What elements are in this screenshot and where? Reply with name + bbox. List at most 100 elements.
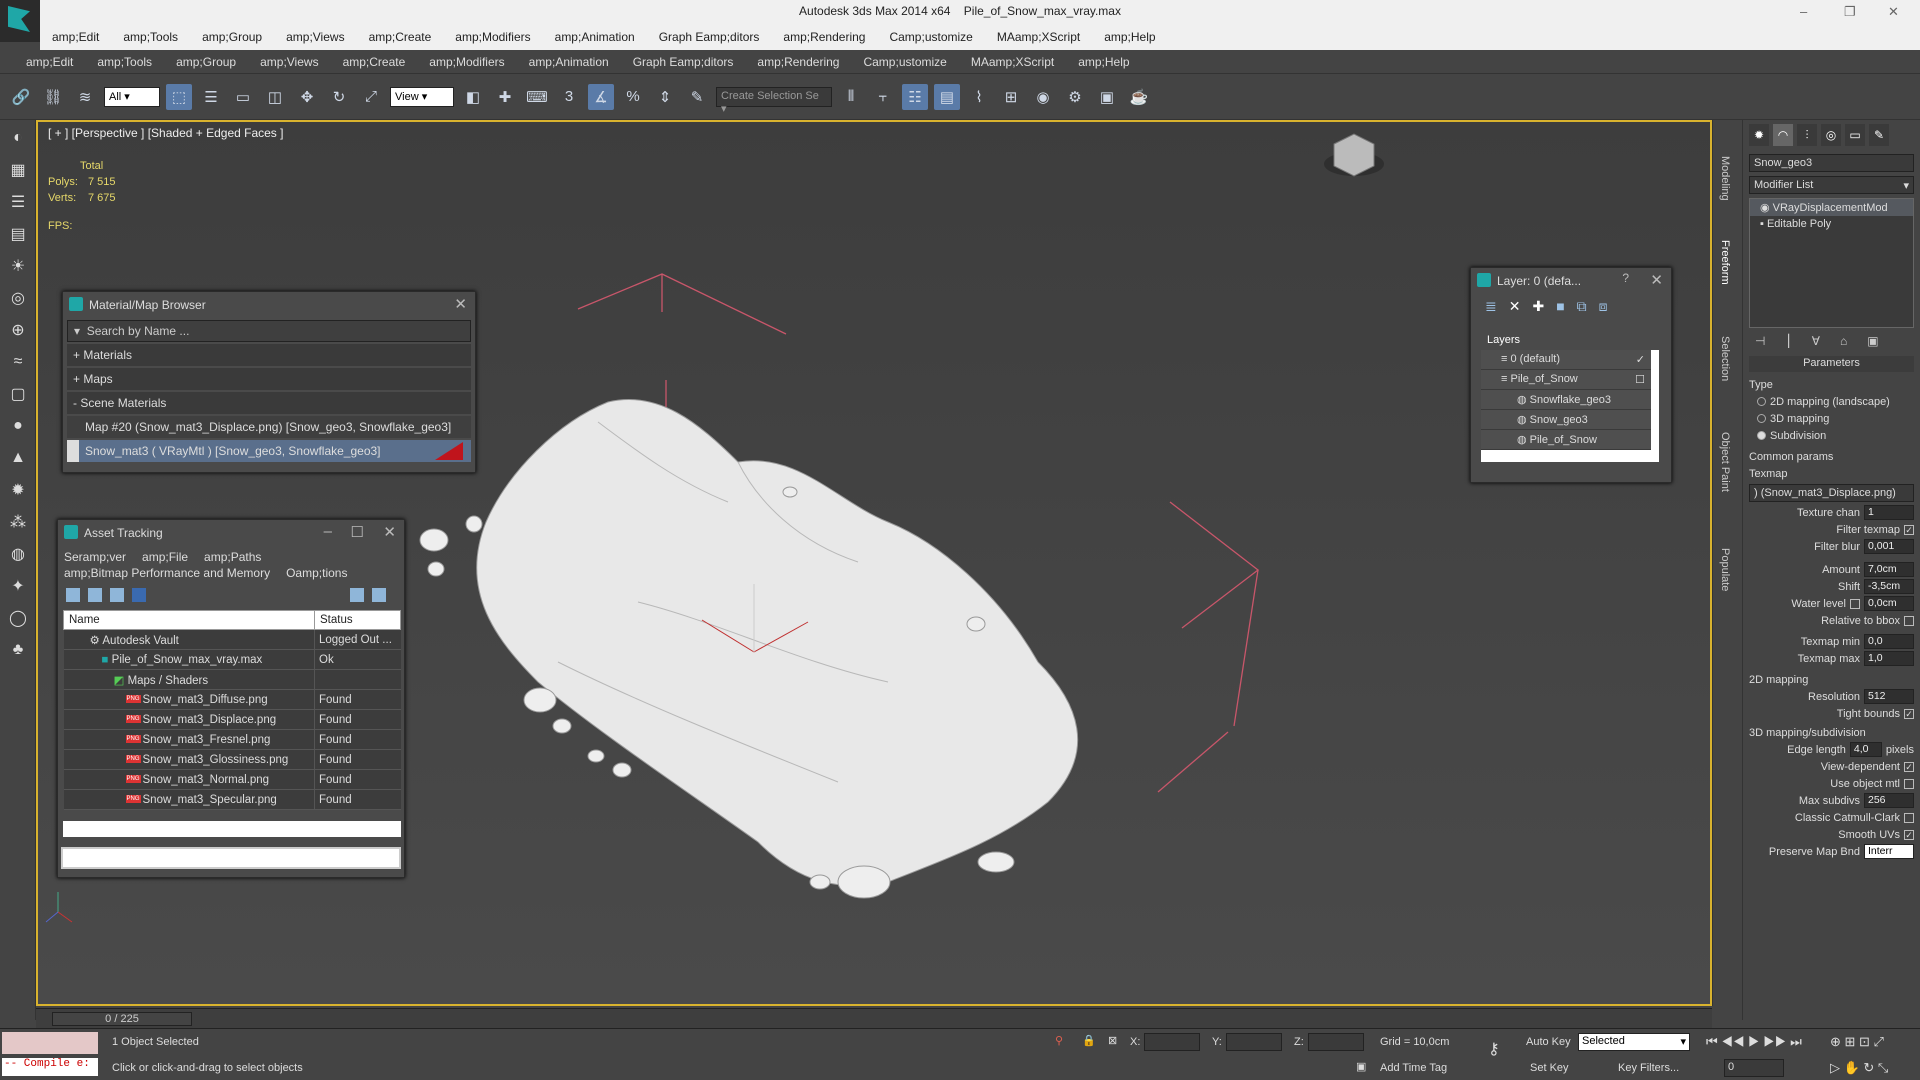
menu-customize[interactable]: Camp;ustomize xyxy=(877,30,984,44)
key-set-dropdown[interactable]: Selected ▾ xyxy=(1578,1033,1690,1051)
layer-row-default[interactable]: ≡ 0 (default) ✓ xyxy=(1481,350,1651,370)
render-setup-icon[interactable]: ⚙ xyxy=(1062,84,1088,110)
pin-stack-icon[interactable]: ⊣ xyxy=(1755,334,1765,348)
material-ball-icon[interactable]: ◍ xyxy=(4,540,32,568)
col-name[interactable]: Name xyxy=(63,610,315,630)
sun-icon[interactable]: ✹ xyxy=(4,476,32,504)
edge-length-input[interactable]: 4,0 xyxy=(1849,742,1882,757)
layer-row-pile[interactable]: ≡ Pile_of_Snow ☐ xyxy=(1481,370,1651,390)
manipulate-icon[interactable]: ✚ xyxy=(492,84,518,110)
maps-group[interactable]: + Maps xyxy=(67,368,471,390)
ref-coord-dropdown[interactable]: View ▾ xyxy=(390,86,454,107)
maxscript-output[interactable]: -- Compile e: xyxy=(2,1058,98,1076)
maximize-icon[interactable]: ☐ xyxy=(351,523,364,541)
asset-hscrollbar[interactable] xyxy=(63,821,401,837)
close-icon[interactable]: ✕ xyxy=(1650,271,1663,289)
nav-controls-2[interactable]: ▷ ✋ ↻ ⤡ xyxy=(1830,1060,1888,1076)
time-tag-icon[interactable]: ▣ xyxy=(1356,1060,1366,1073)
tab-modeling[interactable]: Modeling xyxy=(1719,156,1731,201)
edit-named-selection-icon[interactable]: ✎ xyxy=(684,84,710,110)
menu2-maxscript[interactable]: MAamp;XScript xyxy=(959,55,1066,69)
angle-snap-icon[interactable]: ∡ xyxy=(588,83,614,110)
water-level-checkbox[interactable] xyxy=(1850,598,1860,609)
tight-bounds-checkbox[interactable]: ✓ xyxy=(1904,708,1914,719)
particle-icon[interactable]: ⁂ xyxy=(4,508,32,536)
layer-object-row[interactable]: ◍ Snowflake_geo3 xyxy=(1481,390,1651,410)
tab-populate[interactable]: Populate xyxy=(1719,548,1731,591)
asset-menu-file[interactable]: amp;File xyxy=(142,550,188,564)
window-crossing-icon[interactable]: ◫ xyxy=(262,84,288,110)
named-selection-set-input[interactable]: Create Selection Se ▾ xyxy=(716,86,832,115)
table-view-icon[interactable] xyxy=(132,588,146,602)
table-row[interactable]: ⚙ Autodesk Vault Logged Out ... xyxy=(63,629,401,650)
remove-modifier-icon[interactable]: ⌂ xyxy=(1840,334,1847,348)
isolate-icon[interactable]: ⚲ xyxy=(1055,1034,1063,1047)
make-unique-icon[interactable]: ∀ xyxy=(1812,334,1820,348)
highlight-layer-icon[interactable]: ⧈ xyxy=(1599,298,1608,315)
view-dependent-checkbox[interactable]: ✓ xyxy=(1904,761,1914,772)
teapot-icon[interactable]: ◐ xyxy=(4,124,32,152)
helper-icon[interactable]: ⊕ xyxy=(4,316,32,344)
rotate-icon[interactable]: ↻ xyxy=(326,84,352,110)
max-subdivs-input[interactable]: 256 xyxy=(1864,793,1914,808)
texmap-min-input[interactable]: 0,0 xyxy=(1864,634,1914,649)
modifier-list-dropdown[interactable]: Modifier List ▾ xyxy=(1749,176,1914,194)
amount-input[interactable]: 7,0cm xyxy=(1864,562,1914,577)
menu2-help[interactable]: amp;Help xyxy=(1066,55,1141,69)
resolution-input[interactable]: 512 xyxy=(1864,689,1914,704)
scale-icon[interactable]: ⤢ xyxy=(358,84,384,110)
motion-tab-icon[interactable]: ◎ xyxy=(1821,124,1841,146)
app-logo[interactable] xyxy=(0,0,40,42)
menu-maxscript[interactable]: MAamp;XScript xyxy=(985,30,1092,44)
select-by-name-icon[interactable]: ☰ xyxy=(198,84,224,110)
abs-mode-icon[interactable]: ⊠ xyxy=(1108,1034,1117,1047)
move-icon[interactable]: ✥ xyxy=(294,84,320,110)
hierarchy-tab-icon[interactable]: ⫶ xyxy=(1797,124,1817,146)
shift-input[interactable]: -3,5cm xyxy=(1864,579,1914,594)
water-level-input[interactable]: 0,0cm xyxy=(1864,596,1914,611)
layer-titlebar[interactable]: Layer: 0 (defa... ? ✕ xyxy=(1471,268,1671,294)
type-subdivision-radio[interactable]: Subdivision xyxy=(1743,427,1920,444)
type-3d-radio[interactable]: 3D mapping xyxy=(1743,410,1920,427)
maximize-button[interactable]: ❐ xyxy=(1844,4,1856,20)
layer-active-box-icon[interactable]: ☐ xyxy=(1635,373,1645,386)
catmull-checkbox[interactable] xyxy=(1904,812,1914,823)
wrench-icon[interactable]: ✦ xyxy=(4,572,32,600)
layers-icon[interactable]: ≣ xyxy=(1485,298,1497,315)
cone-icon[interactable]: ▲ xyxy=(4,444,32,472)
menu2-animation[interactable]: amp;Animation xyxy=(517,55,621,69)
filter-texmap-checkbox[interactable]: ✓ xyxy=(1904,524,1914,535)
table-row[interactable]: PNG Snow_mat3_Diffuse.png Found xyxy=(63,689,401,710)
utilities-tab-icon[interactable]: ✎ xyxy=(1869,124,1889,146)
menu-edit[interactable]: amp;Edit xyxy=(40,30,111,44)
parameters-rollout[interactable]: Parameters xyxy=(1749,356,1914,372)
menu-help[interactable]: amp;Help xyxy=(1092,30,1167,44)
tab-freeform[interactable]: Freeform xyxy=(1719,240,1731,285)
align-icon[interactable]: ⫟ xyxy=(870,84,896,110)
pivot-icon[interactable]: ◧ xyxy=(460,84,486,110)
rect-region-icon[interactable]: ▭ xyxy=(230,84,256,110)
menu-rendering[interactable]: amp;Rendering xyxy=(771,30,877,44)
auto-key-button[interactable]: Auto Key xyxy=(1526,1036,1571,1048)
light-icon[interactable]: ☀ xyxy=(4,252,32,280)
key-filters-button[interactable]: Key Filters... xyxy=(1618,1062,1679,1074)
playback-controls[interactable]: ⏮ ◀◀ ▶ ▶▶ ⏭ xyxy=(1706,1034,1802,1050)
delete-icon[interactable]: ✕ xyxy=(1509,298,1521,315)
set-key-button[interactable]: Set Key xyxy=(1530,1062,1569,1074)
keyboard-shortcut-icon[interactable]: ⌨ xyxy=(524,84,550,110)
type-2d-radio[interactable]: 2D mapping (landscape) xyxy=(1743,393,1920,410)
menu-modifiers[interactable]: amp;Modifiers xyxy=(443,30,542,44)
relative-bbox-checkbox[interactable] xyxy=(1904,615,1914,626)
texmap-max-input[interactable]: 1,0 xyxy=(1864,651,1914,666)
configure-sets-icon[interactable]: ▣ xyxy=(1867,334,1878,348)
viewcube-icon[interactable] xyxy=(1324,133,1384,177)
table-row[interactable]: PNG Snow_mat3_Normal.png Found xyxy=(63,769,401,790)
menu-graph-editors[interactable]: Graph Eamp;ditors xyxy=(647,30,772,44)
menu2-tools[interactable]: amp;Tools xyxy=(85,55,164,69)
asset-menu-bitmap[interactable]: amp;Bitmap Performance and Memory xyxy=(64,566,270,580)
col-status[interactable]: Status xyxy=(314,610,401,630)
help-icon[interactable] xyxy=(350,588,364,602)
menu2-rendering[interactable]: amp;Rendering xyxy=(745,55,851,69)
layer-explorer-icon[interactable]: ▤ xyxy=(934,83,960,110)
add-selected-icon[interactable]: ■ xyxy=(1556,298,1564,315)
